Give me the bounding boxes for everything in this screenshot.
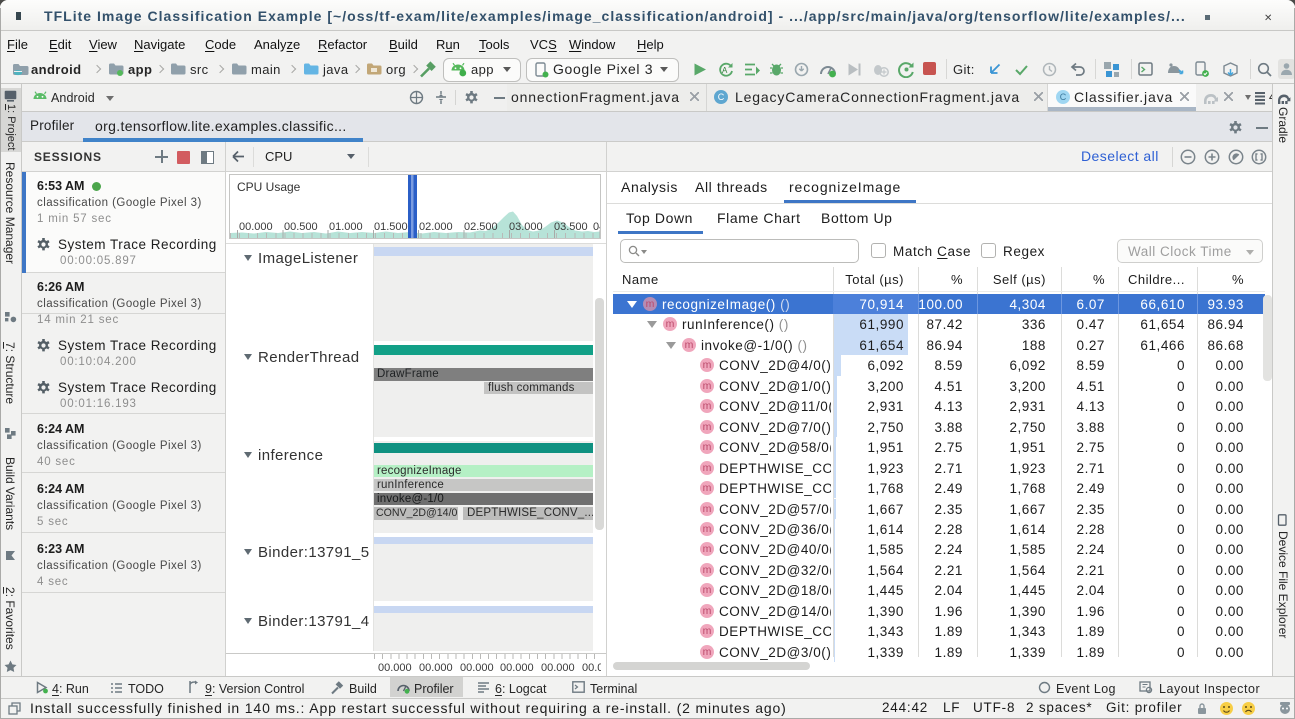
svg-text:A: A xyxy=(722,66,728,75)
